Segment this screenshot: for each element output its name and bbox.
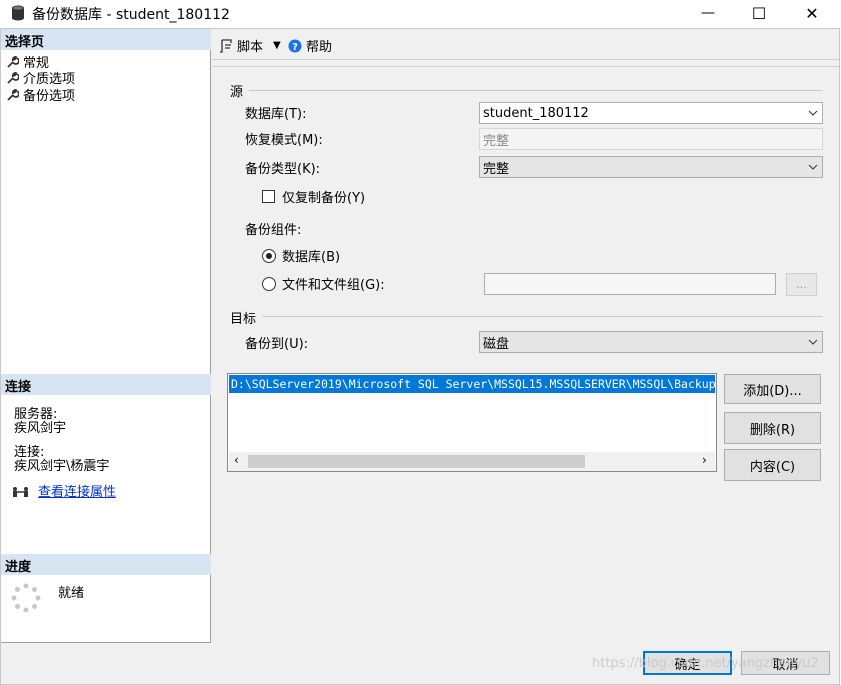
script-icon	[220, 38, 232, 53]
content-area	[212, 66, 839, 646]
list-item[interactable]: D:\SQLServer2019\Microsoft SQL Server\MS…	[229, 375, 715, 393]
recovery-model-value: 完整	[483, 133, 510, 149]
svg-text:?: ?	[292, 42, 298, 53]
copy-only-checkbox[interactable]: 仅复制备份(Y)	[262, 187, 365, 206]
database-icon	[12, 5, 24, 21]
chevron-down-icon	[804, 339, 822, 345]
wrench-icon	[7, 71, 19, 84]
radio-unselected[interactable]	[262, 276, 276, 291]
chevron-down-icon	[804, 164, 822, 170]
destination-path: D:\SQLServer2019\Microsoft SQL Server\MS…	[229, 375, 715, 393]
help-button[interactable]: ? 帮助	[288, 36, 332, 55]
view-connection-properties-link[interactable]: 查看连接属性	[38, 481, 116, 500]
component-database-radio[interactable]: 数据库(B)	[262, 246, 340, 265]
left-pane: 选择页 常规 介质选项 备份选项 连接 服务器: 疾风剑宇 连接: 疾风剑宇\杨…	[1, 29, 211, 643]
progress-header: 进度	[1, 554, 211, 575]
horizontal-scrollbar[interactable]: ‹ ›	[229, 452, 715, 471]
backup-to-value: 磁盘	[483, 336, 510, 352]
source-group-title: 源	[230, 81, 250, 100]
wrench-icon	[7, 88, 19, 101]
select-page-header: 选择页	[1, 29, 211, 50]
script-button[interactable]: 脚本 ▼	[219, 36, 281, 55]
backup-type-label: 备份类型(K):	[245, 162, 321, 177]
help-label: 帮助	[306, 40, 333, 55]
wrench-icon	[7, 55, 19, 68]
minimize-icon: —	[701, 5, 715, 21]
server-value: 疾风剑宇	[14, 421, 67, 436]
backup-to-label: 备份到(U):	[245, 337, 309, 352]
contents-button[interactable]: 内容(C)	[724, 449, 821, 481]
backup-type-value: 完整	[483, 161, 510, 177]
destination-group-line	[262, 316, 822, 317]
watermark-text: https://blog.csdn.net/yangzhenyu2	[592, 656, 819, 671]
toolbar: 脚本 ▼ ? 帮助	[212, 30, 839, 60]
database-label: 数据库(T):	[245, 107, 307, 122]
chevron-down-icon	[804, 110, 822, 116]
help-icon: ?	[288, 39, 302, 53]
progress-spinner-icon	[11, 583, 41, 613]
chevron-right-icon[interactable]: ›	[702, 453, 707, 467]
component-database-label: 数据库(B)	[282, 250, 341, 265]
script-label: 脚本	[237, 40, 264, 55]
title-bar: 备份数据库 - student_180112 — ☐ ✕	[0, 0, 841, 26]
source-group-line	[246, 90, 822, 91]
checkbox-box[interactable]	[262, 190, 275, 203]
chevron-down-icon: ▼	[273, 40, 281, 51]
connection-header: 连接	[1, 374, 211, 395]
backup-component-label: 备份组件:	[245, 223, 302, 238]
connection-icon	[13, 486, 28, 497]
page-item-label: 备份选项	[23, 89, 76, 104]
component-files-label: 文件和文件组(G):	[282, 278, 385, 293]
browse-files-button[interactable]: ...	[786, 273, 817, 296]
view-connection-properties[interactable]: 查看连接属性	[12, 481, 116, 500]
database-combo[interactable]: student_180112	[479, 102, 823, 124]
remove-destination-button[interactable]: 删除(R)	[724, 412, 821, 444]
close-button[interactable]: ✕	[789, 0, 835, 26]
radio-selected[interactable]	[262, 248, 276, 263]
component-files-radio[interactable]: 文件和文件组(G):	[262, 274, 385, 293]
backup-to-combo[interactable]: 磁盘	[479, 331, 823, 353]
files-field[interactable]	[484, 273, 776, 295]
close-icon: ✕	[805, 3, 819, 23]
add-destination-button[interactable]: 添加(D)...	[724, 374, 821, 404]
window-title: 备份数据库 - student_180112	[32, 7, 230, 23]
maximize-button[interactable]: ☐	[736, 0, 782, 26]
recovery-model-field: 完整	[479, 128, 823, 150]
database-value: student_180112	[483, 105, 589, 121]
destination-list[interactable]: D:\SQLServer2019\Microsoft SQL Server\MS…	[227, 373, 717, 472]
progress-status: 就绪	[58, 586, 85, 601]
page-item-backup-options[interactable]: 备份选项	[7, 85, 75, 104]
connection-value: 疾风剑宇\杨震宇	[14, 459, 110, 474]
scrollbar-thumb[interactable]	[248, 455, 585, 468]
backup-type-combo[interactable]: 完整	[479, 156, 823, 178]
recovery-model-label: 恢复模式(M):	[245, 133, 323, 148]
maximize-icon: ☐	[751, 3, 767, 23]
chevron-left-icon[interactable]: ‹	[234, 453, 239, 467]
copy-only-label: 仅复制备份(Y)	[282, 191, 366, 206]
minimize-button[interactable]: —	[685, 0, 731, 26]
destination-group-title: 目标	[230, 308, 263, 327]
